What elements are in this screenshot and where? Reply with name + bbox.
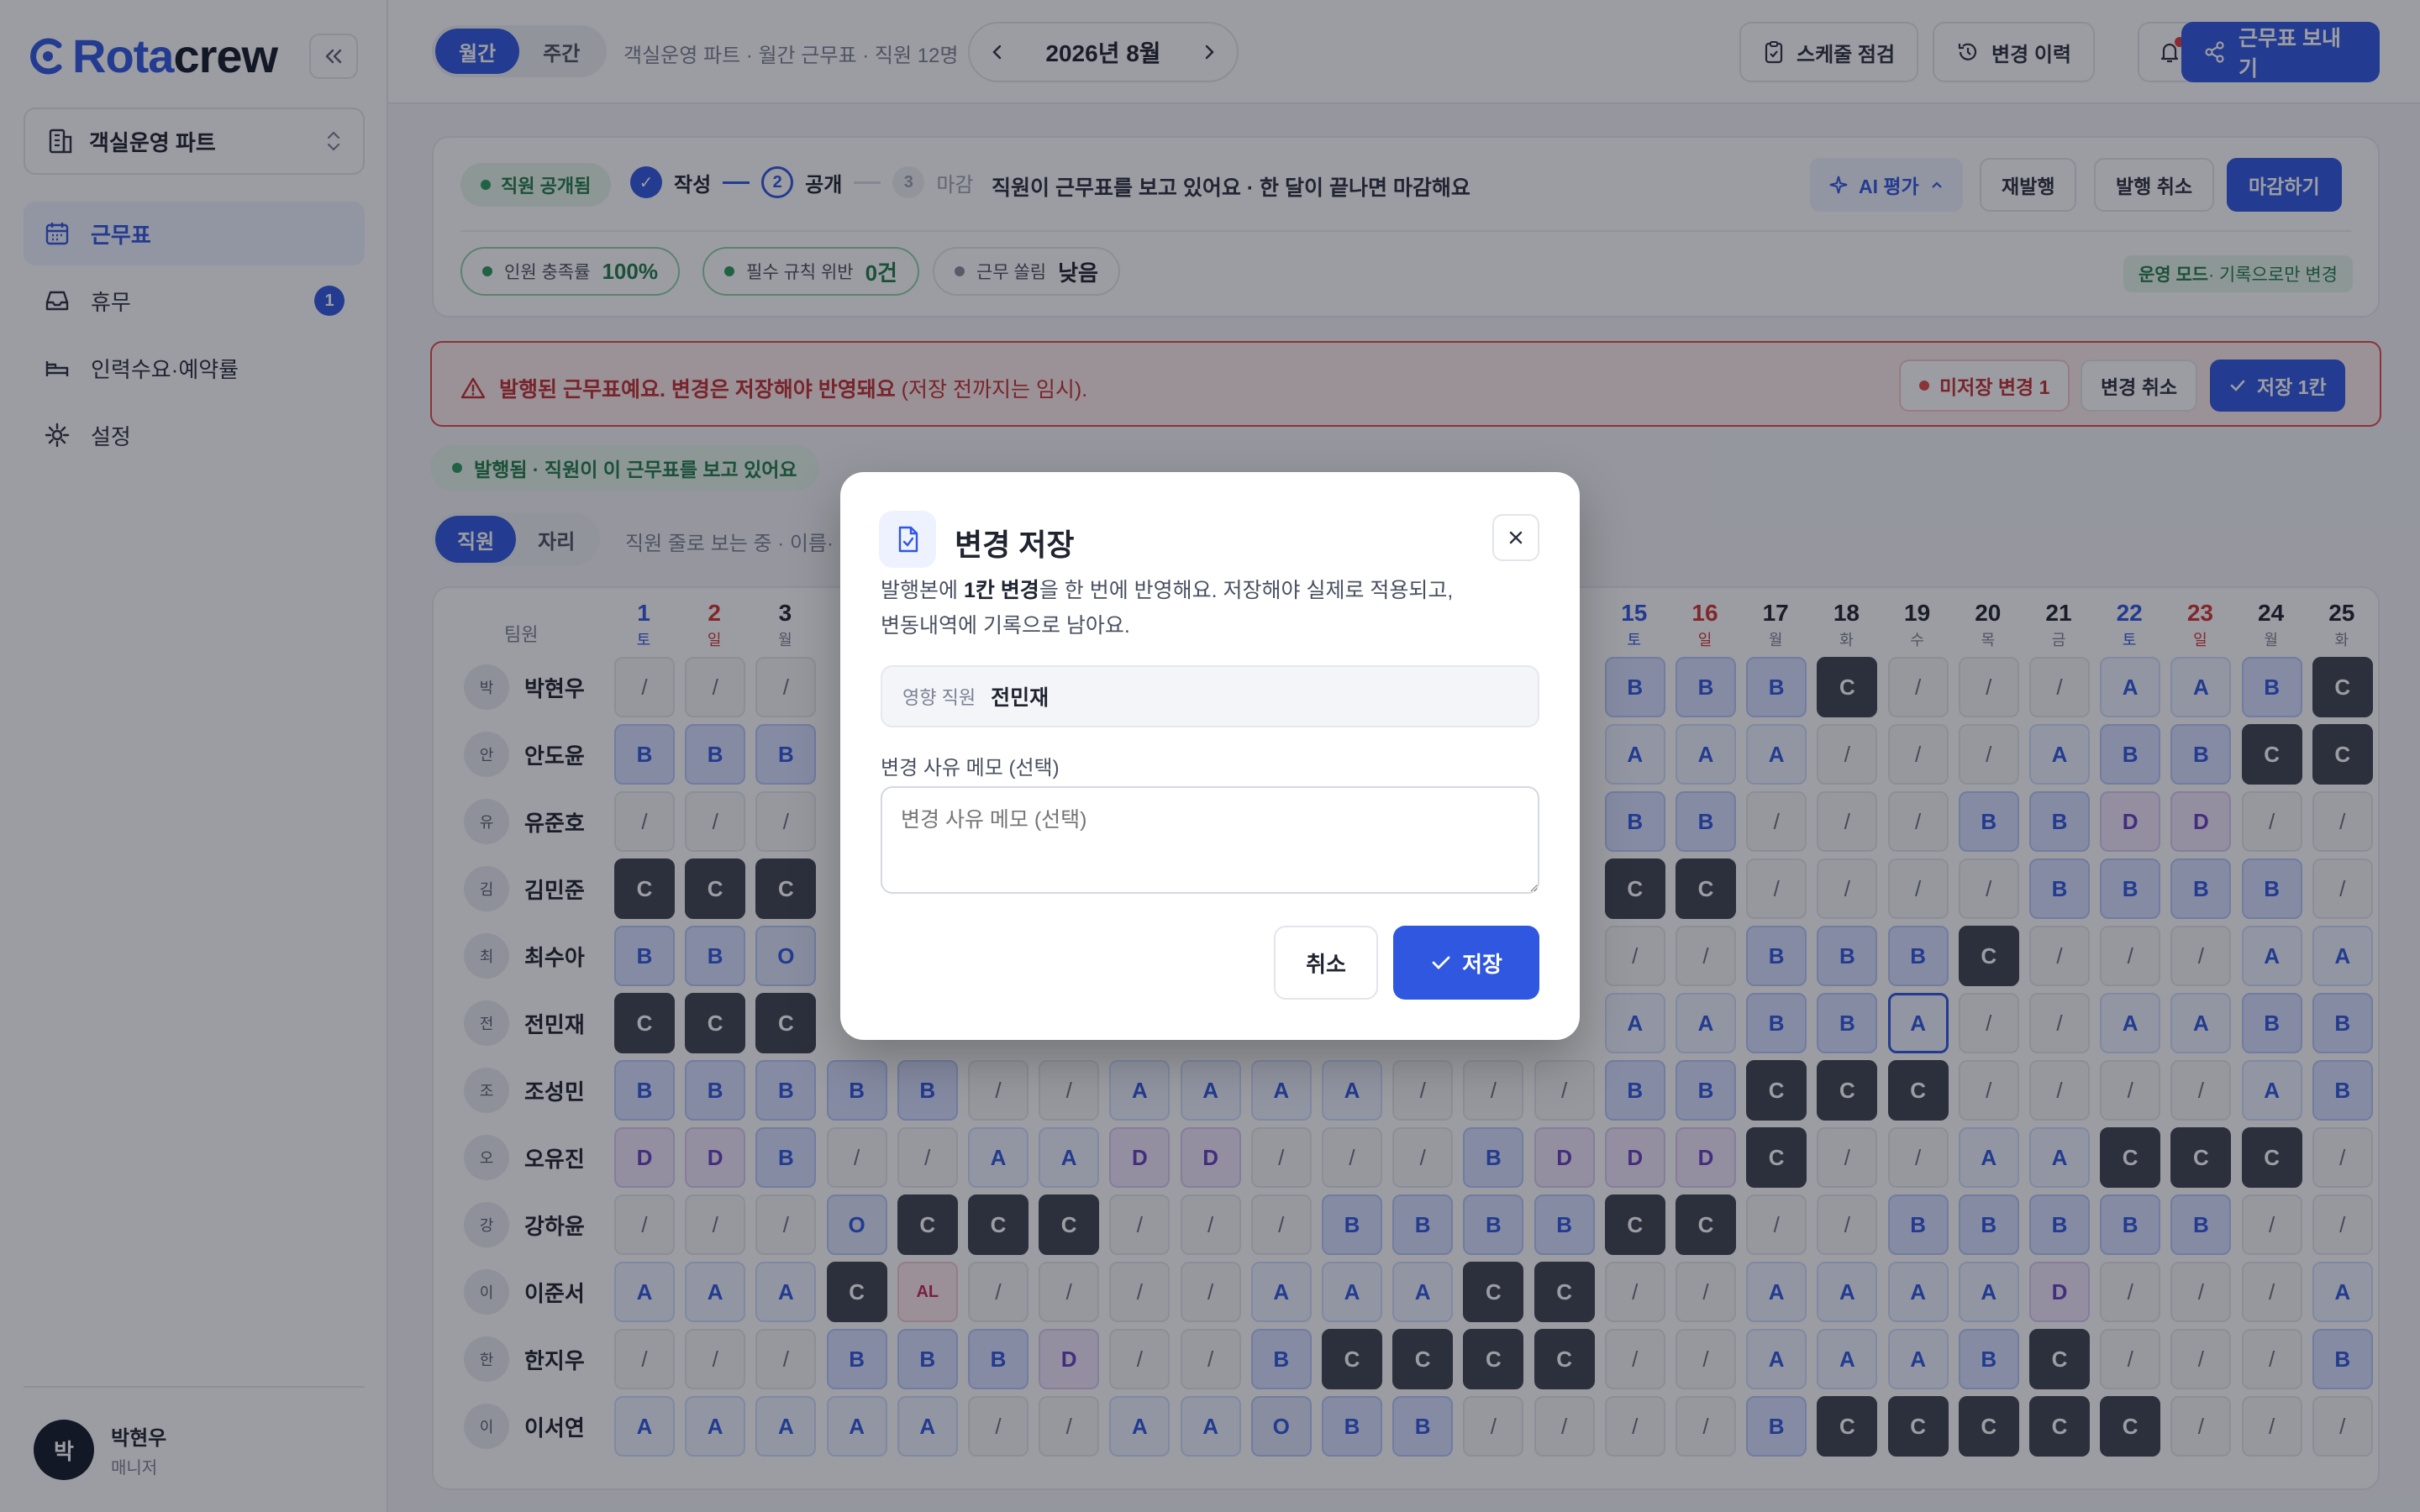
memo-label: 변경 사유 메모 (선택) (881, 757, 1060, 780)
close-icon (1507, 528, 1525, 547)
desc-text: 발행본에 (881, 579, 964, 602)
file-check-icon (879, 511, 936, 568)
dialog-description: 발행본에 1칸 변경을 한 번에 반영해요. 저장해야 실제로 적용되고, 변동… (881, 573, 1519, 643)
desc-text: 변동내역에 기록으로 남아요. (881, 614, 1130, 638)
affected-staff-label: 영향 직원 (902, 687, 976, 708)
close-dialog-button[interactable] (1492, 514, 1539, 561)
check-icon (1430, 952, 1452, 974)
affected-staff-field: 영향 직원 전민재 (881, 665, 1539, 727)
dialog-title: 변경 저장 (955, 528, 1075, 562)
save-button[interactable]: 저장 (1393, 926, 1539, 1000)
affected-staff-value: 전민재 (991, 686, 1050, 710)
desc-bold: 1칸 변경 (963, 579, 1039, 602)
desc-text: 을 한 번에 반영해요. 저장해야 실제로 적용되고, (1039, 579, 1454, 602)
memo-input[interactable] (881, 786, 1539, 894)
save-label: 저장 (1462, 951, 1502, 977)
cancel-button[interactable]: 취소 (1274, 926, 1378, 1000)
save-changes-dialog: 변경 저장 발행본에 1칸 변경을 한 번에 반영해요. 저장해야 실제로 적용… (840, 472, 1580, 1040)
